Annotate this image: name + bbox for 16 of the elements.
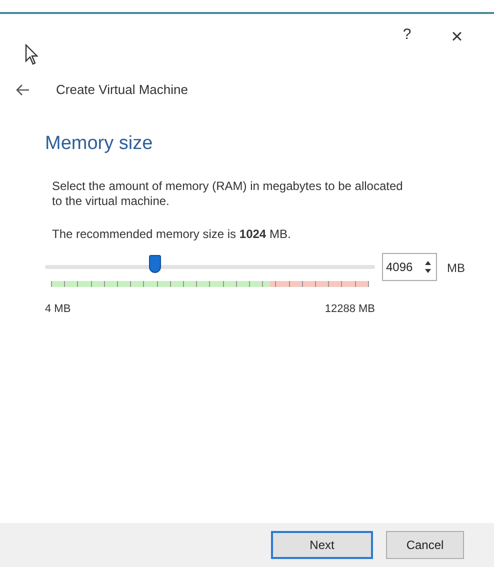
wizard-title: Create Virtual Machine bbox=[56, 81, 188, 100]
max-label: 12288 MB bbox=[324, 302, 375, 316]
mouse-cursor-icon bbox=[25, 44, 39, 66]
close-button[interactable]: × bbox=[442, 22, 472, 52]
min-label: 4 MB bbox=[45, 302, 71, 316]
back-arrow-icon[interactable] bbox=[16, 84, 30, 96]
page-heading: Memory size bbox=[45, 132, 153, 156]
description-text: Select the amount of memory (RAM) in megabytes to be allocated to the virtual machine. bbox=[52, 178, 404, 208]
dialog-button[interactable]: Next bbox=[271, 531, 373, 559]
dialog-button[interactable]: Cancel bbox=[386, 531, 464, 559]
help-button[interactable]: ? bbox=[392, 24, 422, 46]
slider-thumb[interactable] bbox=[148, 254, 161, 272]
unit-label: MB bbox=[447, 260, 465, 276]
recommendation-text: The recommended memory size is 1024 MB. bbox=[52, 226, 291, 242]
memory-spinbox[interactable]: 4096 bbox=[382, 252, 437, 280]
spin-arrows-icon[interactable] bbox=[424, 260, 432, 274]
